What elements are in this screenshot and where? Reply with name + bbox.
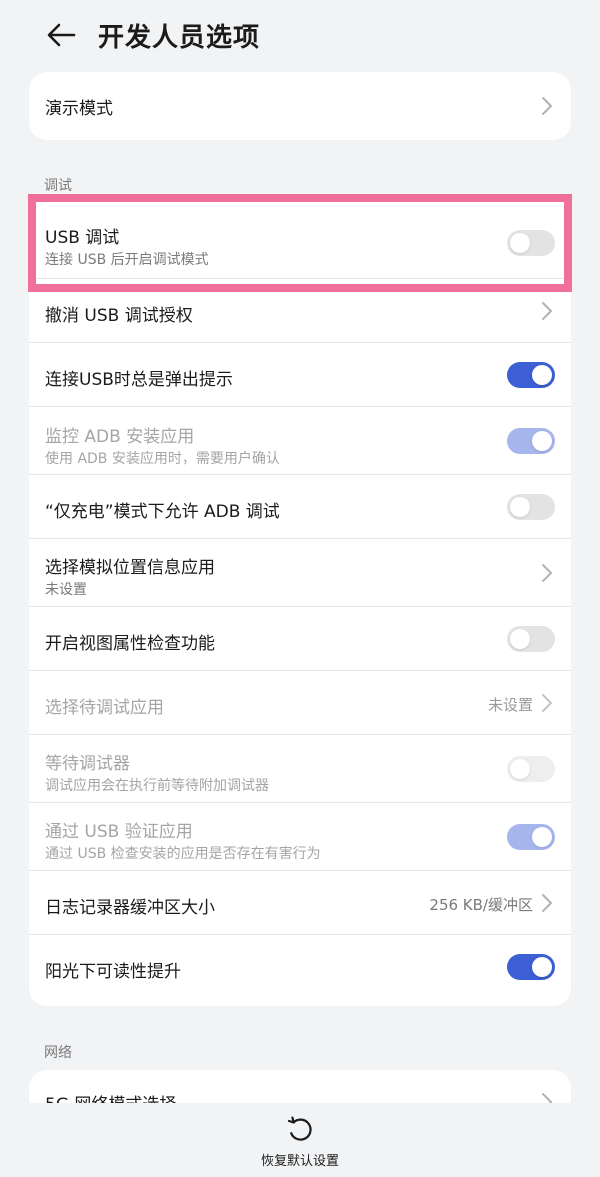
usb-debugging-highlight-box (28, 194, 572, 292)
section-label-debug: 调试 (44, 178, 72, 194)
chevron-right-icon (542, 894, 552, 912)
verify-apps-usb-subtitle: 通过 USB 检查安装的应用是否存在有害行为 (45, 846, 321, 862)
sunlight-readability-toggle[interactable] (507, 954, 555, 980)
demo-mode-card: 演示模式 (29, 72, 571, 140)
chevron-right-icon (542, 302, 552, 320)
verify-apps-usb-label: 通过 USB 验证应用 (45, 822, 193, 842)
section-label-network: 网络 (44, 1045, 72, 1061)
logger-buffer-size-row[interactable]: 日志记录器缓冲区大小 256 KB/缓冲区 (29, 871, 571, 935)
charge-only-adb-row[interactable]: “仅充电”模式下允许 ADB 调试 (29, 475, 571, 539)
sunlight-readability-row[interactable]: 阳光下可读性提升 (29, 935, 571, 998)
charge-only-adb-toggle[interactable] (507, 494, 555, 520)
bottom-action-bar: 恢复默认设置 (0, 1103, 600, 1177)
monitor-adb-install-subtitle: 使用 ADB 安装应用时，需要用户确认 (45, 451, 280, 467)
select-debug-app-label: 选择待调试应用 (45, 698, 164, 718)
sunlight-readability-label: 阳光下可读性提升 (45, 962, 181, 982)
restore-icon[interactable] (284, 1113, 316, 1145)
view-attribute-inspection-row[interactable]: 开启视图属性检查功能 (29, 607, 571, 671)
chevron-right-icon (542, 694, 552, 712)
wait-for-debugger-subtitle: 调试应用会在执行前等待附加调试器 (45, 778, 269, 794)
demo-mode-row[interactable]: 演示模式 (29, 72, 571, 140)
view-attribute-inspection-label: 开启视图属性检查功能 (45, 634, 215, 654)
usb-connect-prompt-row[interactable]: 连接USB时总是弹出提示 (29, 343, 571, 407)
usb-connect-prompt-label: 连接USB时总是弹出提示 (45, 370, 233, 390)
select-debug-app-value: 未设置 (487, 696, 533, 714)
logger-buffer-size-value: 256 KB/缓冲区 (429, 896, 533, 914)
monitor-adb-install-row: 监控 ADB 安装应用 使用 ADB 安装应用时，需要用户确认 (29, 407, 571, 475)
verify-apps-usb-toggle (507, 824, 555, 850)
back-arrow-icon[interactable] (44, 18, 78, 52)
debug-settings-card: USB 调试 连接 USB 后开启调试模式 撤消 USB 调试授权 连接USB时… (29, 199, 571, 1006)
charge-only-adb-label: “仅充电”模式下允许 ADB 调试 (45, 502, 280, 522)
view-attribute-inspection-toggle[interactable] (507, 626, 555, 652)
wait-for-debugger-row: 等待调试器 调试应用会在执行前等待附加调试器 (29, 735, 571, 803)
title-bar: 开发人员选项 (0, 0, 600, 70)
demo-mode-label: 演示模式 (45, 99, 113, 119)
wait-for-debugger-label: 等待调试器 (45, 754, 130, 774)
select-debug-app-row: 选择待调试应用 未设置 (29, 671, 571, 735)
monitor-adb-install-toggle (507, 428, 555, 454)
mock-location-app-label: 选择模拟位置信息应用 (45, 558, 215, 578)
mock-location-app-subtitle: 未设置 (45, 582, 87, 598)
usb-connect-prompt-toggle[interactable] (507, 362, 555, 388)
verify-apps-usb-row: 通过 USB 验证应用 通过 USB 检查安装的应用是否存在有害行为 (29, 803, 571, 871)
chevron-right-icon (542, 564, 552, 582)
wait-for-debugger-toggle (507, 756, 555, 782)
logger-buffer-size-label: 日志记录器缓冲区大小 (45, 898, 215, 918)
mock-location-app-row[interactable]: 选择模拟位置信息应用 未设置 (29, 539, 571, 607)
monitor-adb-install-label: 监控 ADB 安装应用 (45, 427, 195, 447)
revoke-usb-auth-label: 撤消 USB 调试授权 (45, 306, 193, 326)
chevron-right-icon (542, 97, 552, 115)
page-title: 开发人员选项 (98, 23, 261, 53)
restore-defaults-button[interactable]: 恢复默认设置 (0, 1150, 600, 1169)
